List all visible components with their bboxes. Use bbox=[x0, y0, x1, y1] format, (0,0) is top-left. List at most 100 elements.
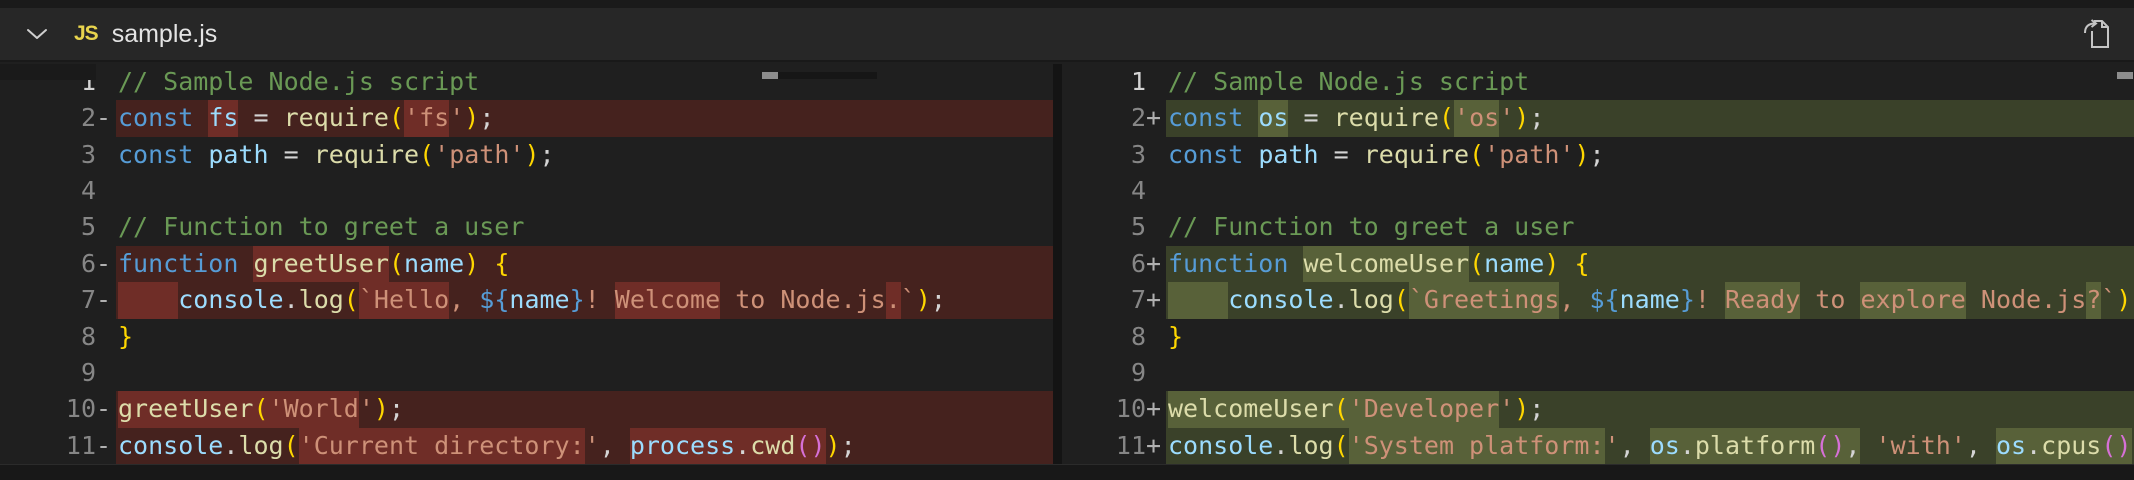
token: ( bbox=[1334, 391, 1349, 427]
line-number: 7 bbox=[1062, 282, 1146, 318]
token: Welcome bbox=[615, 282, 720, 318]
token: 'Developer bbox=[1349, 391, 1500, 427]
code-text bbox=[1166, 355, 2134, 391]
token: ) bbox=[1514, 103, 1529, 132]
diff-marker bbox=[1146, 137, 1166, 173]
code-text: } bbox=[1166, 319, 2134, 355]
right-scrollbar-thumb[interactable] bbox=[2117, 72, 2133, 79]
token: = bbox=[254, 103, 269, 132]
token: ) bbox=[826, 431, 841, 460]
token: ( bbox=[1469, 140, 1484, 169]
token: ( bbox=[284, 431, 299, 460]
diff-marker: + bbox=[1146, 391, 1166, 427]
token: console bbox=[1168, 431, 1273, 460]
diff-marker bbox=[1146, 64, 1166, 100]
diff-marker bbox=[96, 64, 116, 100]
line-number: 7 bbox=[0, 282, 96, 318]
token: require bbox=[314, 140, 419, 169]
file-diff-header[interactable]: JS sample.js bbox=[0, 8, 2134, 62]
token: ) bbox=[524, 140, 539, 169]
diff-line-modified-2: 2+const os = require('os'); bbox=[1062, 100, 2134, 136]
token: // Function to greet a user bbox=[1168, 212, 1574, 241]
left-scrollbar-thumb[interactable] bbox=[762, 72, 778, 79]
token: to bbox=[1800, 285, 1860, 314]
line-number: 5 bbox=[0, 209, 96, 245]
chevron-down-icon[interactable] bbox=[26, 27, 48, 41]
line-number: 10 bbox=[0, 391, 96, 427]
token: ` bbox=[2101, 285, 2116, 314]
token: Ready bbox=[1725, 282, 1800, 318]
token: . bbox=[1334, 285, 1349, 314]
token: ! bbox=[585, 285, 615, 314]
token: console bbox=[1228, 285, 1333, 314]
token: 'fs bbox=[404, 100, 449, 136]
pane-divider-sash[interactable] bbox=[1053, 64, 1062, 464]
code-text: // Function to greet a user bbox=[1166, 209, 2134, 245]
diff-line-modified-4: 4 bbox=[1062, 173, 2134, 209]
diff-line-modified-7: 7+ console.log(`Greetings, ${name}! Read… bbox=[1062, 282, 2134, 318]
go-to-file-button[interactable] bbox=[2080, 15, 2116, 53]
token: ( bbox=[795, 428, 810, 464]
token bbox=[1168, 282, 1228, 318]
token: ; bbox=[479, 103, 494, 132]
token: `Greetings bbox=[1409, 282, 1560, 318]
left-scrollbar-track[interactable] bbox=[762, 72, 877, 79]
token: `Hello bbox=[359, 282, 449, 318]
line-number: 10 bbox=[1062, 391, 1146, 427]
diff-line-modified-5: 5// Function to greet a user bbox=[1062, 209, 2134, 245]
token: . bbox=[735, 428, 750, 464]
token: ; bbox=[931, 285, 946, 314]
diff-line-modified-6: 6+function welcomeUser(name) { bbox=[1062, 246, 2134, 282]
file-title: sample.js bbox=[112, 20, 218, 49]
token bbox=[615, 431, 630, 460]
diff-line-original-8: 8} bbox=[0, 319, 1053, 355]
token: Node.js bbox=[1981, 285, 2086, 314]
token: greetUser bbox=[118, 391, 253, 427]
code-text: function welcomeUser(name) { bbox=[1166, 246, 2134, 282]
token: ( bbox=[1469, 249, 1484, 278]
code-text bbox=[116, 173, 1053, 209]
token: { bbox=[1574, 249, 1589, 278]
token: ( bbox=[1439, 103, 1454, 132]
line-number: 9 bbox=[0, 355, 96, 391]
token: ( bbox=[389, 103, 404, 132]
line-number: 2 bbox=[0, 100, 96, 136]
token: } bbox=[1680, 285, 1695, 314]
token bbox=[1319, 103, 1334, 132]
line-number: 1 bbox=[1062, 64, 1146, 100]
line-number: 3 bbox=[1062, 137, 1146, 173]
token bbox=[299, 140, 314, 169]
token: // Sample Node.js script bbox=[1168, 67, 1529, 96]
token: ( bbox=[389, 249, 404, 278]
code-text bbox=[1166, 173, 2134, 209]
token: welcomeUser bbox=[1168, 391, 1334, 427]
diff-marker bbox=[1146, 319, 1166, 355]
diff-marker: - bbox=[96, 391, 116, 427]
token bbox=[1981, 431, 1996, 460]
diff-marker bbox=[1146, 355, 1166, 391]
diff-marker: + bbox=[1146, 428, 1166, 464]
token bbox=[1243, 103, 1258, 132]
code-text: function greetUser(name) { bbox=[116, 246, 1053, 282]
diff-line-original-1: 1// Sample Node.js script bbox=[0, 64, 1053, 100]
diff-line-modified-11: 11+console.log('System platform:', os.pl… bbox=[1062, 428, 2134, 464]
code-text: greetUser('World'); bbox=[116, 391, 1053, 427]
token: ' bbox=[1499, 103, 1514, 132]
token bbox=[1635, 431, 1650, 460]
token: . bbox=[886, 282, 901, 318]
token: cpus bbox=[2041, 428, 2101, 464]
token: log bbox=[238, 431, 283, 460]
line-number: 6 bbox=[1062, 246, 1146, 282]
code-text: console.log(`Greetings, ${name}! Ready t… bbox=[1166, 282, 2134, 318]
token: . bbox=[223, 431, 238, 460]
token: to bbox=[720, 285, 780, 314]
diff-marker: - bbox=[96, 282, 116, 318]
original-pane[interactable]: 1// Sample Node.js script2-const fs = re… bbox=[0, 64, 1053, 464]
modified-pane[interactable]: 1// Sample Node.js script2+const os = re… bbox=[1062, 64, 2134, 464]
token: , bbox=[1966, 431, 1981, 460]
token: require bbox=[1364, 140, 1469, 169]
token: ' bbox=[585, 431, 600, 460]
token: { bbox=[494, 249, 509, 278]
token: , bbox=[449, 285, 479, 314]
token: , bbox=[1559, 285, 1589, 314]
